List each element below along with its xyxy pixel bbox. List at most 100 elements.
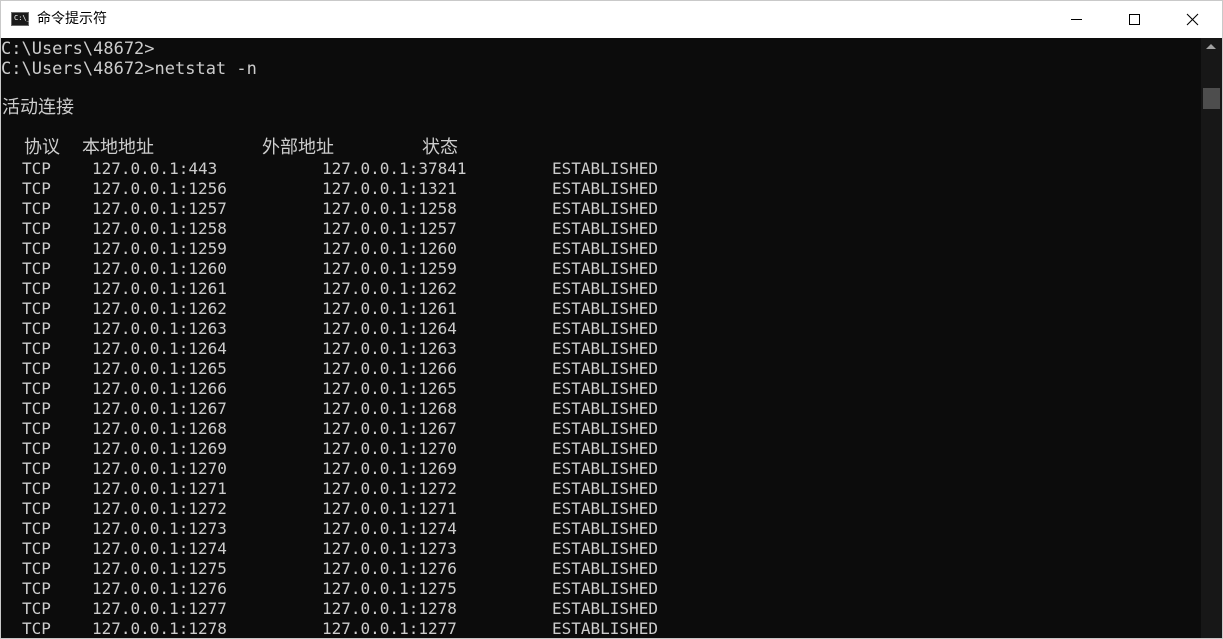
local-address-cell: 127.0.0.1:1276 [92,579,227,598]
foreign-address-cell: 127.0.0.1:1271 [322,499,457,518]
close-icon [1186,13,1199,26]
proto-cell: TCP [22,359,51,378]
proto-cell: TCP [22,499,51,518]
state-cell: ESTABLISHED [552,259,658,278]
state-cell: ESTABLISHED [552,159,658,178]
maximize-icon [1129,14,1140,25]
local-address-cell: 127.0.0.1:1263 [92,319,227,338]
foreign-address-cell: 127.0.0.1:1267 [322,419,457,438]
local-address-cell: 127.0.0.1:1269 [92,439,227,458]
local-address-cell: 127.0.0.1:1267 [92,399,227,418]
foreign-address-cell: 127.0.0.1:1265 [322,379,457,398]
local-address-cell: 127.0.0.1:1268 [92,419,227,438]
table-row: TCP 127.0.0.1:1275 127.0.0.1:1276 ESTABLISH… [1,559,1201,579]
proto-cell: TCP [22,539,51,558]
foreign-address-cell: 127.0.0.1:1262 [322,279,457,298]
title-bar[interactable]: C:\_ 命令提示符 [1,1,1222,38]
table-row: TCP 127.0.0.1:1258 127.0.0.1:1257 ESTABLISH… [1,219,1201,239]
proto-cell: TCP [22,619,51,638]
foreign-address-cell: 127.0.0.1:37841 [322,159,467,178]
minimize-button[interactable] [1047,1,1105,38]
table-row: TCP 127.0.0.1:1257 127.0.0.1:1258 ESTABLISH… [1,199,1201,219]
state-cell: ESTABLISHED [552,439,658,458]
foreign-address-cell: 127.0.0.1:1276 [322,559,457,578]
state-cell: ESTABLISHED [552,319,658,338]
state-cell: ESTABLISHED [552,479,658,498]
proto-cell: TCP [22,239,51,258]
table-row: TCP 127.0.0.1:1265 127.0.0.1:1266 ESTABLISH… [1,359,1201,379]
state-cell: ESTABLISHED [552,399,658,418]
local-address-cell: 127.0.0.1:1272 [92,499,227,518]
table-row: TCP 127.0.0.1:1272 127.0.0.1:1271 ESTABLISH… [1,499,1201,519]
state-cell: ESTABLISHED [552,419,658,438]
vertical-scrollbar[interactable] [1201,38,1222,638]
proto-cell: TCP [22,459,51,478]
cmd-app-icon-glyph: C:\_ [14,14,31,22]
foreign-address-cell: 127.0.0.1:1277 [322,619,457,638]
table-row: TCP 127.0.0.1:1277 127.0.0.1:1278 ESTABLISH… [1,599,1201,619]
table-row: TCP 127.0.0.1:1260 127.0.0.1:1259 ESTABLISH… [1,259,1201,279]
state-cell: ESTABLISHED [552,279,658,298]
table-row: TCP 127.0.0.1:1269 127.0.0.1:1270 ESTABLISH… [1,439,1201,459]
proto-cell: TCP [22,379,51,398]
local-address-cell: 127.0.0.1:1266 [92,379,227,398]
foreign-address-cell: 127.0.0.1:1261 [322,299,457,318]
foreign-address-cell: 127.0.0.1:1321 [322,179,457,198]
command-line: C:\Users\48672>netstat -n [1,59,257,79]
proto-cell: TCP [22,559,51,578]
foreign-address-cell: 127.0.0.1:1273 [322,539,457,558]
local-address-cell: 127.0.0.1:1256 [92,179,227,198]
foreign-address-cell: 127.0.0.1:1264 [322,319,457,338]
state-cell: ESTABLISHED [552,459,658,478]
table-row: TCP 127.0.0.1:1273 127.0.0.1:1274 ESTABLISH… [1,519,1201,539]
foreign-address-cell: 127.0.0.1:1275 [322,579,457,598]
local-address-cell: 127.0.0.1:1265 [92,359,227,378]
header-local-address: 本地地址 [82,137,154,158]
close-button[interactable] [1163,1,1221,38]
state-cell: ESTABLISHED [552,519,658,538]
proto-cell: TCP [22,219,51,238]
table-row: TCP 127.0.0.1:1267 127.0.0.1:1268 ESTABLISH… [1,399,1201,419]
local-address-cell: 127.0.0.1:1264 [92,339,227,358]
foreign-address-cell: 127.0.0.1:1263 [322,339,457,358]
proto-cell: TCP [22,299,51,318]
proto-cell: TCP [22,439,51,458]
scroll-up-arrow-icon[interactable] [1206,44,1216,49]
table-row: TCP 127.0.0.1:1259 127.0.0.1:1260 ESTABLISH… [1,239,1201,259]
local-address-cell: 127.0.0.1:1259 [92,239,227,258]
state-cell: ESTABLISHED [552,619,658,638]
maximize-button[interactable] [1105,1,1163,38]
table-row: TCP 127.0.0.1:1263 127.0.0.1:1264 ESTABLISH… [1,319,1201,339]
local-address-cell: 127.0.0.1:1258 [92,219,227,238]
cmd-window: C:\_ 命令提示符 C:\Users\48672> C:\Users\4867… [0,0,1223,639]
foreign-address-cell: 127.0.0.1:1269 [322,459,457,478]
local-address-cell: 127.0.0.1:1260 [92,259,227,278]
local-address-cell: 127.0.0.1:1257 [92,199,227,218]
foreign-address-cell: 127.0.0.1:1257 [322,219,457,238]
proto-cell: TCP [22,399,51,418]
foreign-address-cell: 127.0.0.1:1260 [322,239,457,258]
header-foreign-address: 外部地址 [262,137,334,158]
proto-cell: TCP [22,339,51,358]
table-row: TCP 127.0.0.1:1262 127.0.0.1:1261 ESTABLISH… [1,299,1201,319]
foreign-address-cell: 127.0.0.1:1274 [322,519,457,538]
proto-cell: TCP [22,179,51,198]
scroll-thumb[interactable] [1203,88,1220,109]
header-proto: 协议 [24,137,60,158]
proto-cell: TCP [22,579,51,598]
minimize-icon [1071,19,1082,20]
state-cell: ESTABLISHED [552,339,658,358]
section-title: 活动连接 [2,97,74,118]
state-cell: ESTABLISHED [552,199,658,218]
foreign-address-cell: 127.0.0.1:1258 [322,199,457,218]
cmd-app-icon[interactable]: C:\_ [11,12,31,26]
table-row: TCP 127.0.0.1:1274 127.0.0.1:1273 ESTABLISH… [1,539,1201,559]
local-address-cell: 127.0.0.1:443 [92,159,218,178]
proto-cell: TCP [22,319,51,338]
table-row: TCP 127.0.0.1:1268 127.0.0.1:1267 ESTABLISH… [1,419,1201,439]
window-title: 命令提示符 [37,11,107,27]
proto-cell: TCP [22,279,51,298]
console-output[interactable]: C:\Users\48672> C:\Users\48672>netstat -… [1,38,1201,638]
proto-cell: TCP [22,479,51,498]
table-row: TCP 127.0.0.1:1264 127.0.0.1:1263 ESTABLISH… [1,339,1201,359]
